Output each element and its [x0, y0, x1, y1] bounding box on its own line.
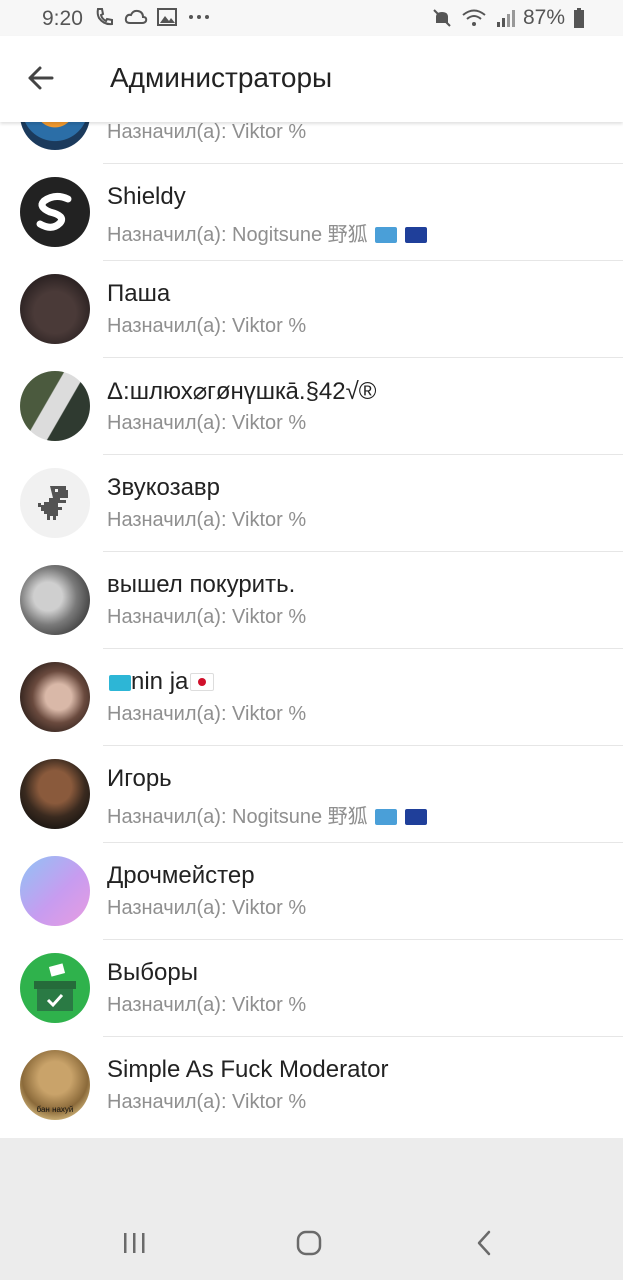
system-nav-bar: [0, 1208, 623, 1280]
home-icon: [296, 1230, 322, 1256]
admin-row[interactable]: Выборы Назначил(а): Viktor %: [0, 940, 623, 1037]
admin-assigned-by: Назначил(а): Nogitsune 野狐: [107, 800, 427, 829]
svg-text:бан нахуй: бан нахуй: [37, 1105, 74, 1114]
mute-icon: [433, 9, 451, 27]
avatar: [20, 856, 90, 926]
avatar: [20, 662, 90, 732]
avatar-caption: бан нахуй: [37, 1105, 74, 1114]
admin-row[interactable]: вышел покурить. Назначил(а): Viktor %: [0, 552, 623, 649]
shieldy-logo-icon: [36, 192, 72, 231]
recent-apps-button[interactable]: [120, 1230, 150, 1256]
battery-icon: [574, 8, 584, 28]
admin-name: Δ:шлюх⌀гøнүшкā.§42√®: [107, 378, 377, 405]
admin-name: Дрочмейстер: [107, 862, 255, 889]
more-dots-icon: [189, 15, 209, 19]
avatar: [20, 759, 90, 829]
avatar: [20, 953, 90, 1023]
avatar: [20, 371, 90, 441]
status-time: 9:20: [42, 7, 83, 30]
avatar: [20, 468, 90, 538]
admin-row[interactable]: Дрочмейстер Назначил(а): Viktor %: [0, 843, 623, 940]
admin-assigned-by: Назначил(а): Viktor %: [107, 703, 307, 725]
system-back-button[interactable]: [472, 1228, 496, 1258]
status-right-icons: 87%: [431, 6, 585, 30]
admin-assigned-by: Назначил(а): Nogitsune 野狐: [107, 218, 427, 247]
admin-row[interactable]: Игорь Назначил(а): Nogitsune 野狐: [0, 746, 623, 843]
back-button[interactable]: [22, 58, 62, 98]
avatar: [20, 177, 90, 247]
eu-flag-icon: [404, 809, 427, 825]
admin-row[interactable]: Звукозавр Назначил(а): Viktor %: [0, 455, 623, 552]
admin-name: Shieldy: [107, 183, 186, 210]
admin-row[interactable]: Паша Назначил(а): Viktor %: [0, 261, 623, 358]
admin-row[interactable]: Δ:шлюх⌀гøнүшкā.§42√® Назначил(а): Viktor…: [0, 358, 623, 455]
admin-assigned-by: Назначил(а): Viktor %: [107, 1091, 307, 1113]
eu-flag-icon: [404, 227, 427, 243]
jp-flag-icon: [190, 673, 215, 691]
kz-flag-icon: [109, 675, 131, 691]
admin-row[interactable]: Shieldy Назначил(а): Nogitsune 野狐: [0, 164, 623, 261]
admin-assigned-by: Назначил(а): Viktor %: [107, 897, 307, 919]
admin-name: вышел покурить.: [107, 571, 296, 598]
admin-row[interactable]: nin ja Назначил(а): Viktor %: [0, 649, 623, 746]
admin-list: Назначил(а): Viktor % Shieldy Назначил(а…: [0, 122, 623, 1138]
admin-assigned-by: Назначил(а): Viktor %: [107, 412, 307, 434]
avatar: [20, 565, 90, 635]
admin-assigned-by: Назначил(а): Viktor %: [107, 509, 307, 531]
admin-assigned-by: Назначил(а): Viktor %: [107, 994, 307, 1016]
admin-name: Выборы: [107, 959, 198, 986]
avatar: [20, 122, 90, 150]
page-title: Администраторы: [110, 62, 333, 93]
un-flag-icon: [375, 227, 398, 243]
status-left-icons: [94, 6, 212, 28]
dino-icon: [38, 486, 68, 520]
arrow-left-icon: [28, 66, 54, 90]
admin-row[interactable]: бан нахуй Simple As Fuck Moderator Назна…: [0, 1037, 623, 1134]
admin-row[interactable]: Назначил(а): Viktor %: [0, 122, 623, 164]
back-icon: [477, 1230, 491, 1256]
avatar: бан нахуй: [20, 1050, 90, 1120]
cloud-sync-icon: [124, 9, 148, 24]
admin-assigned-by: Назначил(а): Viktor %: [107, 315, 307, 337]
wifi-call-icon: [96, 8, 113, 26]
admin-name: nin ja: [107, 668, 215, 696]
ballot-box-icon: [34, 963, 76, 1011]
wifi-icon: [462, 9, 486, 26]
avatar: [20, 274, 90, 344]
status-bar: 9:20 87%: [0, 0, 623, 36]
gallery-icon: [157, 8, 177, 26]
un-flag-icon: [375, 809, 398, 825]
battery-percent: 87%: [522, 6, 565, 29]
admin-assigned-by: Назначил(а): Viktor %: [107, 122, 307, 143]
admin-name: Игорь: [107, 765, 172, 792]
admin-name: Паша: [107, 280, 171, 307]
home-button[interactable]: [294, 1228, 324, 1258]
admin-name: Simple As Fuck Moderator: [107, 1056, 389, 1083]
admin-assigned-by: Назначил(а): Viktor %: [107, 606, 307, 628]
recent-apps-icon: [124, 1233, 145, 1253]
admin-name: Звукозавр: [107, 474, 221, 501]
app-bar: Администраторы: [0, 36, 623, 122]
signal-icon: [496, 10, 515, 27]
